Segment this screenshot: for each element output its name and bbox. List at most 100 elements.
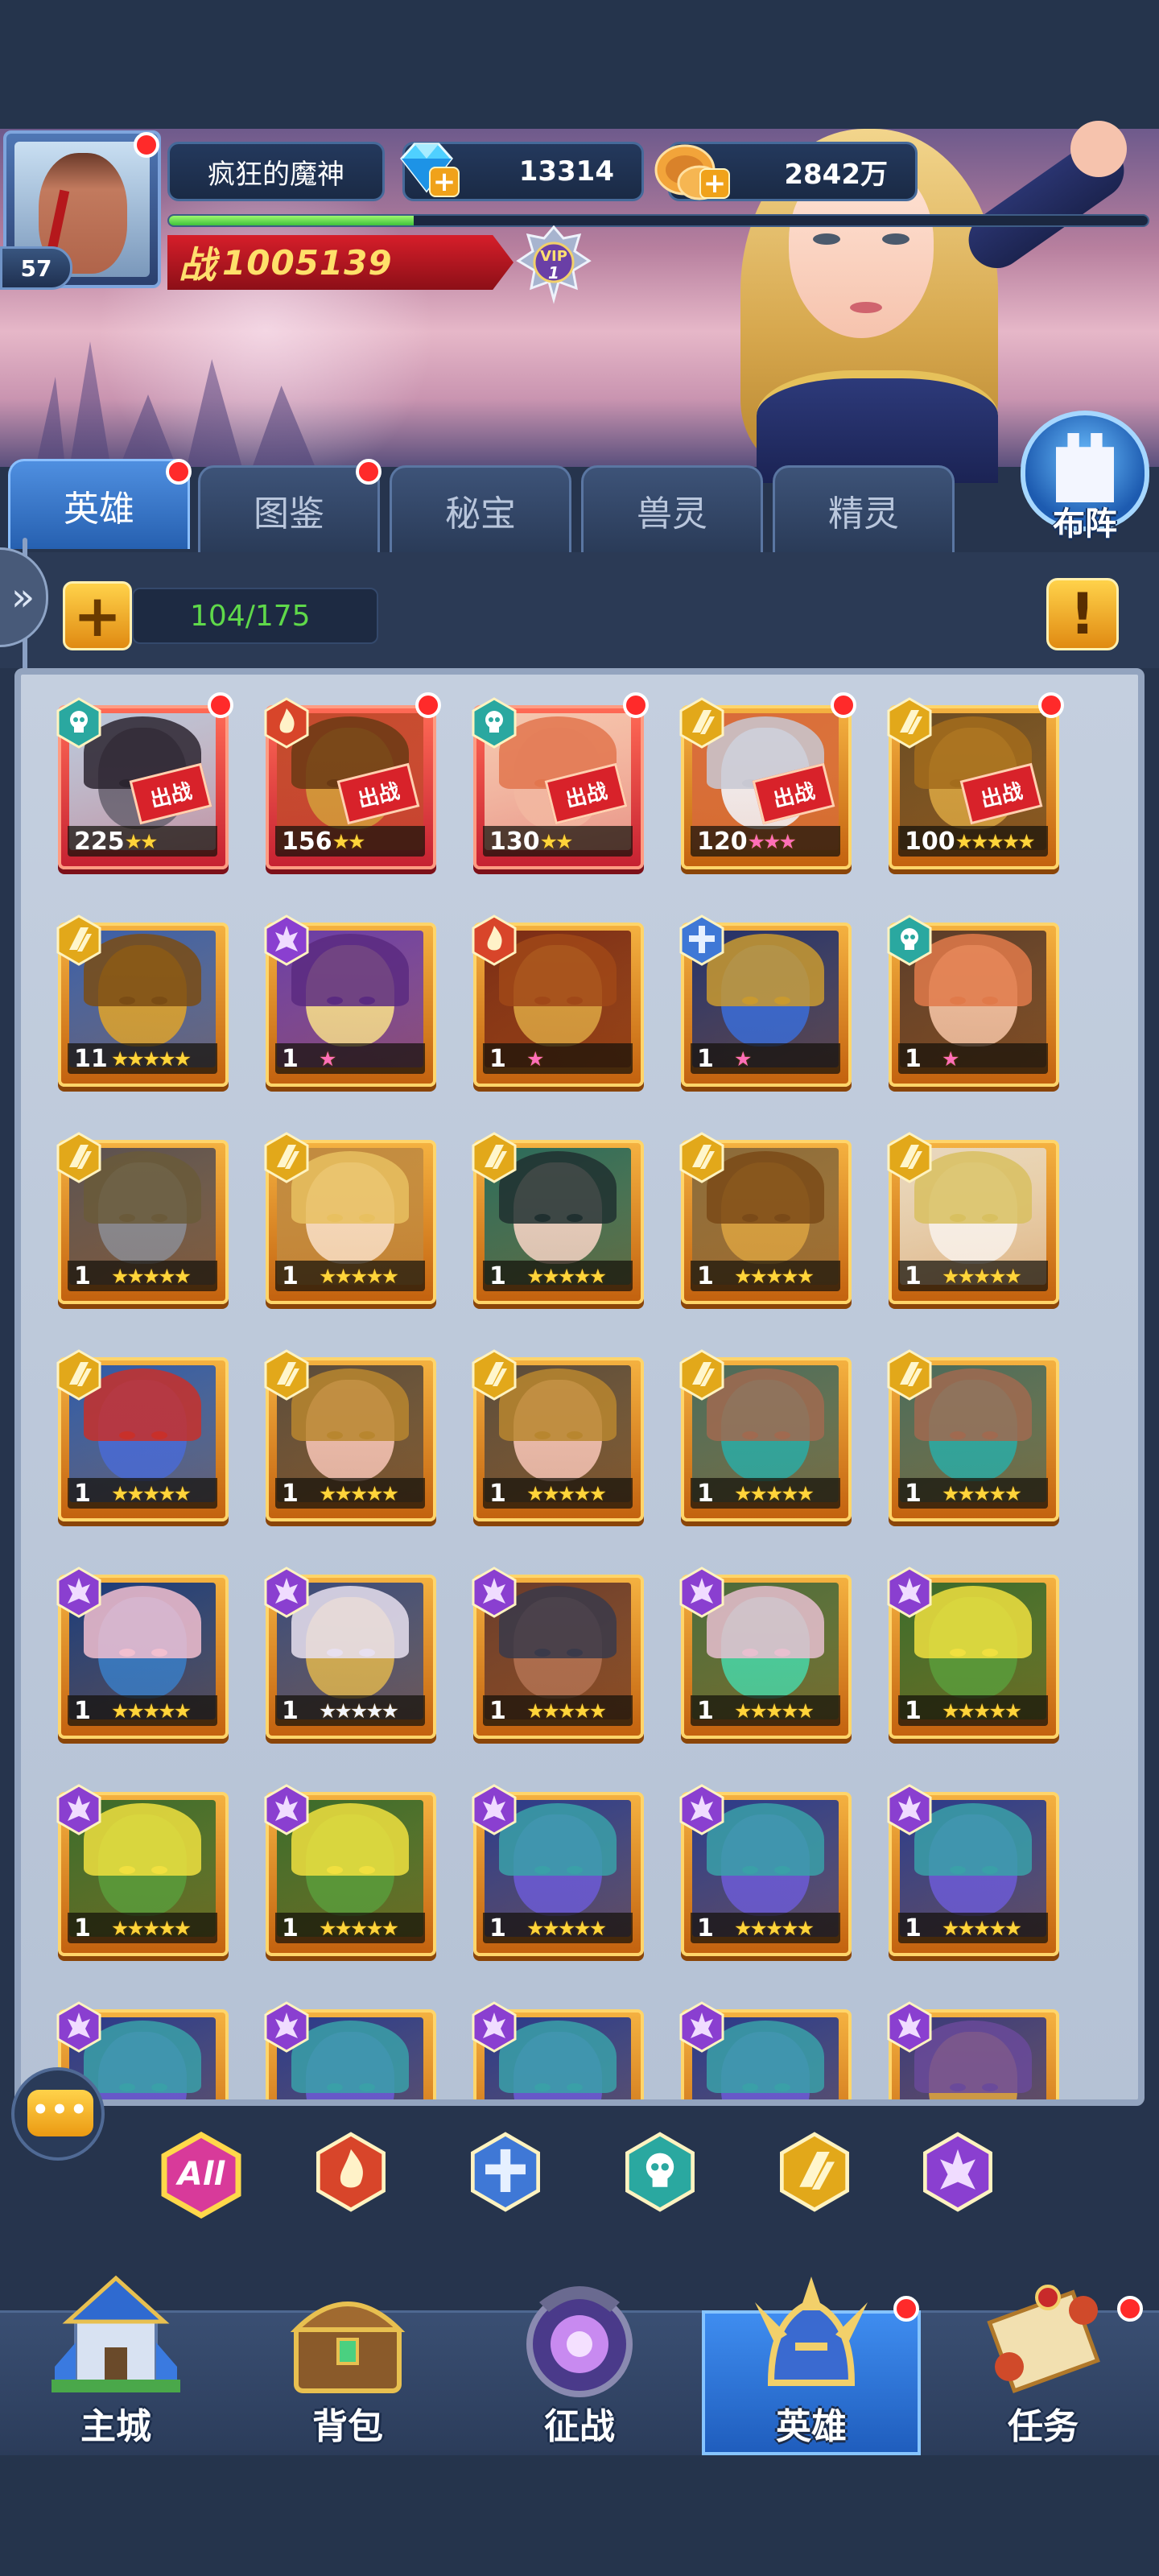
hero-stars: ★★★★★ bbox=[111, 1699, 192, 1723]
faction-light-icon bbox=[261, 1349, 312, 1401]
hero-card[interactable]: 1 ★★★★★ bbox=[53, 1784, 230, 1961]
faction-dark-icon bbox=[261, 2001, 312, 2053]
hero-level-bar: 1 ★ bbox=[691, 1043, 840, 1074]
hero-card[interactable]: 1 ★★★★★ bbox=[884, 1349, 1061, 1526]
gold-counter[interactable]: + 2842万 bbox=[654, 142, 918, 201]
double-chevron-right-icon: » bbox=[10, 575, 35, 620]
faction-light-icon bbox=[53, 1132, 105, 1183]
nav-label: 任务 bbox=[1008, 2406, 1079, 2447]
nav-dragon-portal-button[interactable]: 征战 bbox=[464, 2270, 695, 2455]
filter-light-button[interactable] bbox=[774, 2132, 861, 2219]
chat-button[interactable]: ••• bbox=[11, 2067, 105, 2161]
hero-helmet-icon bbox=[739, 2270, 884, 2407]
filter-all-button[interactable]: All bbox=[158, 2131, 245, 2219]
player-name[interactable]: 疯狂的魔神 bbox=[167, 142, 385, 201]
gem-counter[interactable]: + 13314 bbox=[400, 142, 644, 201]
faction-dark-icon bbox=[261, 1784, 312, 1835]
hero-notification-dot bbox=[831, 692, 856, 718]
hero-card[interactable]: 225 ★★ 出战 bbox=[53, 697, 230, 874]
hero-card[interactable]: 100 ★★★★★ 出战 bbox=[884, 697, 1061, 874]
add-hero-slots-button[interactable]: + bbox=[63, 581, 132, 650]
hero-card[interactable]: 1 ★★★★★ bbox=[53, 1567, 230, 1744]
nav-chest-button[interactable]: 背包 bbox=[232, 2270, 464, 2455]
combat-power: 战 1005139 bbox=[167, 235, 514, 290]
hero-card[interactable]: 1 ★★★★★ bbox=[676, 1567, 853, 1744]
nav-castle-button[interactable]: 主城 bbox=[0, 2270, 232, 2455]
nav-hero-helmet-button[interactable]: 英雄 bbox=[695, 2270, 927, 2455]
hero-card[interactable]: 1 ★★★★★ bbox=[261, 1349, 438, 1526]
hero-level-bar: 1 ★★★★★ bbox=[898, 1913, 1048, 1943]
hero-card[interactable]: 120 ★★★ 出战 bbox=[676, 697, 853, 874]
hero-card[interactable]: 1 ★★★★★ bbox=[676, 1349, 853, 1526]
tab-label: 图鉴 bbox=[254, 493, 324, 535]
faction-dark-icon bbox=[676, 1784, 728, 1835]
hero-card[interactable]: 156 ★★ 出战 bbox=[261, 697, 438, 874]
hero-card[interactable]: 1 ★ bbox=[676, 914, 853, 1092]
tab-1[interactable]: 图鉴 bbox=[198, 465, 380, 552]
hero-card[interactable]: 130 ★★ 出战 bbox=[468, 697, 645, 874]
hero-level: 1 bbox=[282, 1696, 299, 1725]
add-gold-plus-icon[interactable]: + bbox=[699, 167, 730, 200]
hero-card[interactable] bbox=[884, 2001, 1061, 2099]
top-safe-area bbox=[0, 0, 1159, 129]
faction-dark-icon bbox=[53, 1567, 105, 1618]
hero-card[interactable]: 11 ★★★★★ bbox=[53, 914, 230, 1092]
hero-card[interactable]: 1 ★★★★★ bbox=[676, 1784, 853, 1961]
hero-level: 1 bbox=[74, 1696, 91, 1725]
faction-light-icon bbox=[261, 1132, 312, 1183]
tab-notification-dot bbox=[166, 459, 192, 485]
hero-notification-dot bbox=[415, 692, 441, 718]
hero-card[interactable]: 1 ★★★★★ bbox=[468, 1784, 645, 1961]
add-gems-plus-icon[interactable]: + bbox=[429, 166, 460, 198]
faction-dark-icon bbox=[468, 1784, 520, 1835]
formation-button[interactable]: 布阵 bbox=[1014, 411, 1156, 555]
hero-card[interactable]: 1 ★★★★★ bbox=[261, 1132, 438, 1309]
nav-label: 征战 bbox=[544, 2406, 615, 2447]
hero-stars: ★★★★★ bbox=[526, 1916, 607, 1940]
filter-dark-button[interactable] bbox=[918, 2132, 1004, 2219]
hero-card[interactable]: 1 ★★★★★ bbox=[884, 1567, 1061, 1744]
hero-card[interactable]: 1 ★★★★★ bbox=[468, 1349, 645, 1526]
hero-stars: ★★★★★ bbox=[942, 1916, 1022, 1940]
hero-card[interactable]: 1 ★★★★★ bbox=[884, 1132, 1061, 1309]
hero-card[interactable]: 1 ★ bbox=[261, 914, 438, 1092]
hero-level: 1 bbox=[905, 1913, 922, 1942]
hero-card[interactable] bbox=[468, 2001, 645, 2099]
hero-card[interactable]: 1 ★★★★★ bbox=[468, 1132, 645, 1309]
vip-badge[interactable]: VIP 1 bbox=[515, 224, 592, 304]
hero-card[interactable]: 1 ★★★★★ bbox=[261, 1784, 438, 1961]
filter-skull-button[interactable] bbox=[620, 2132, 707, 2219]
hero-level: 1 bbox=[905, 1044, 922, 1073]
hero-notification-dot bbox=[623, 692, 649, 718]
hero-card[interactable]: 1 ★★★★★ bbox=[468, 1567, 645, 1744]
hero-card[interactable] bbox=[261, 2001, 438, 2099]
hero-card[interactable]: 1 ★★★★★ bbox=[676, 1132, 853, 1309]
hero-card[interactable]: 1 ★ bbox=[468, 914, 645, 1092]
hero-card[interactable]: 1 ★★★★★ bbox=[53, 1349, 230, 1526]
filter-fire-button[interactable] bbox=[311, 2132, 398, 2219]
info-button[interactable]: ! bbox=[1046, 578, 1119, 650]
hero-level-bar: 1 ★★★★★ bbox=[68, 1478, 217, 1509]
filter-cross-button[interactable] bbox=[465, 2132, 552, 2219]
hero-level: 130 bbox=[489, 827, 540, 856]
hero-level-bar: 1 ★★★★★ bbox=[275, 1261, 425, 1291]
faction-light-icon bbox=[884, 1349, 935, 1401]
hero-card[interactable] bbox=[676, 2001, 853, 2099]
tab-notification-dot bbox=[356, 459, 382, 485]
hero-stars: ★ bbox=[734, 1046, 752, 1071]
tab-0[interactable]: 英雄 bbox=[8, 459, 190, 549]
tab-4[interactable]: 精灵 bbox=[773, 465, 955, 552]
nav-scroll-button[interactable]: 任务 bbox=[927, 2270, 1159, 2455]
hero-stars: ★ bbox=[319, 1046, 336, 1071]
faction-dark-icon bbox=[884, 1784, 935, 1835]
gem-amount: 13314 bbox=[518, 155, 614, 188]
hero-level-bar: 120 ★★★ bbox=[691, 826, 840, 857]
tab-3[interactable]: 兽灵 bbox=[581, 465, 763, 552]
hero-level: 225 bbox=[74, 827, 125, 856]
hero-card[interactable]: 1 ★ bbox=[884, 914, 1061, 1092]
hero-card[interactable]: 1 ★★★★★ bbox=[884, 1784, 1061, 1961]
hero-card[interactable]: 1 ★★★★★ bbox=[53, 1132, 230, 1309]
hero-card[interactable]: 1 ★★★★★ bbox=[261, 1567, 438, 1744]
tab-2[interactable]: 秘宝 bbox=[390, 465, 571, 552]
hero-level-bar: 1 ★★★★★ bbox=[483, 1478, 633, 1509]
